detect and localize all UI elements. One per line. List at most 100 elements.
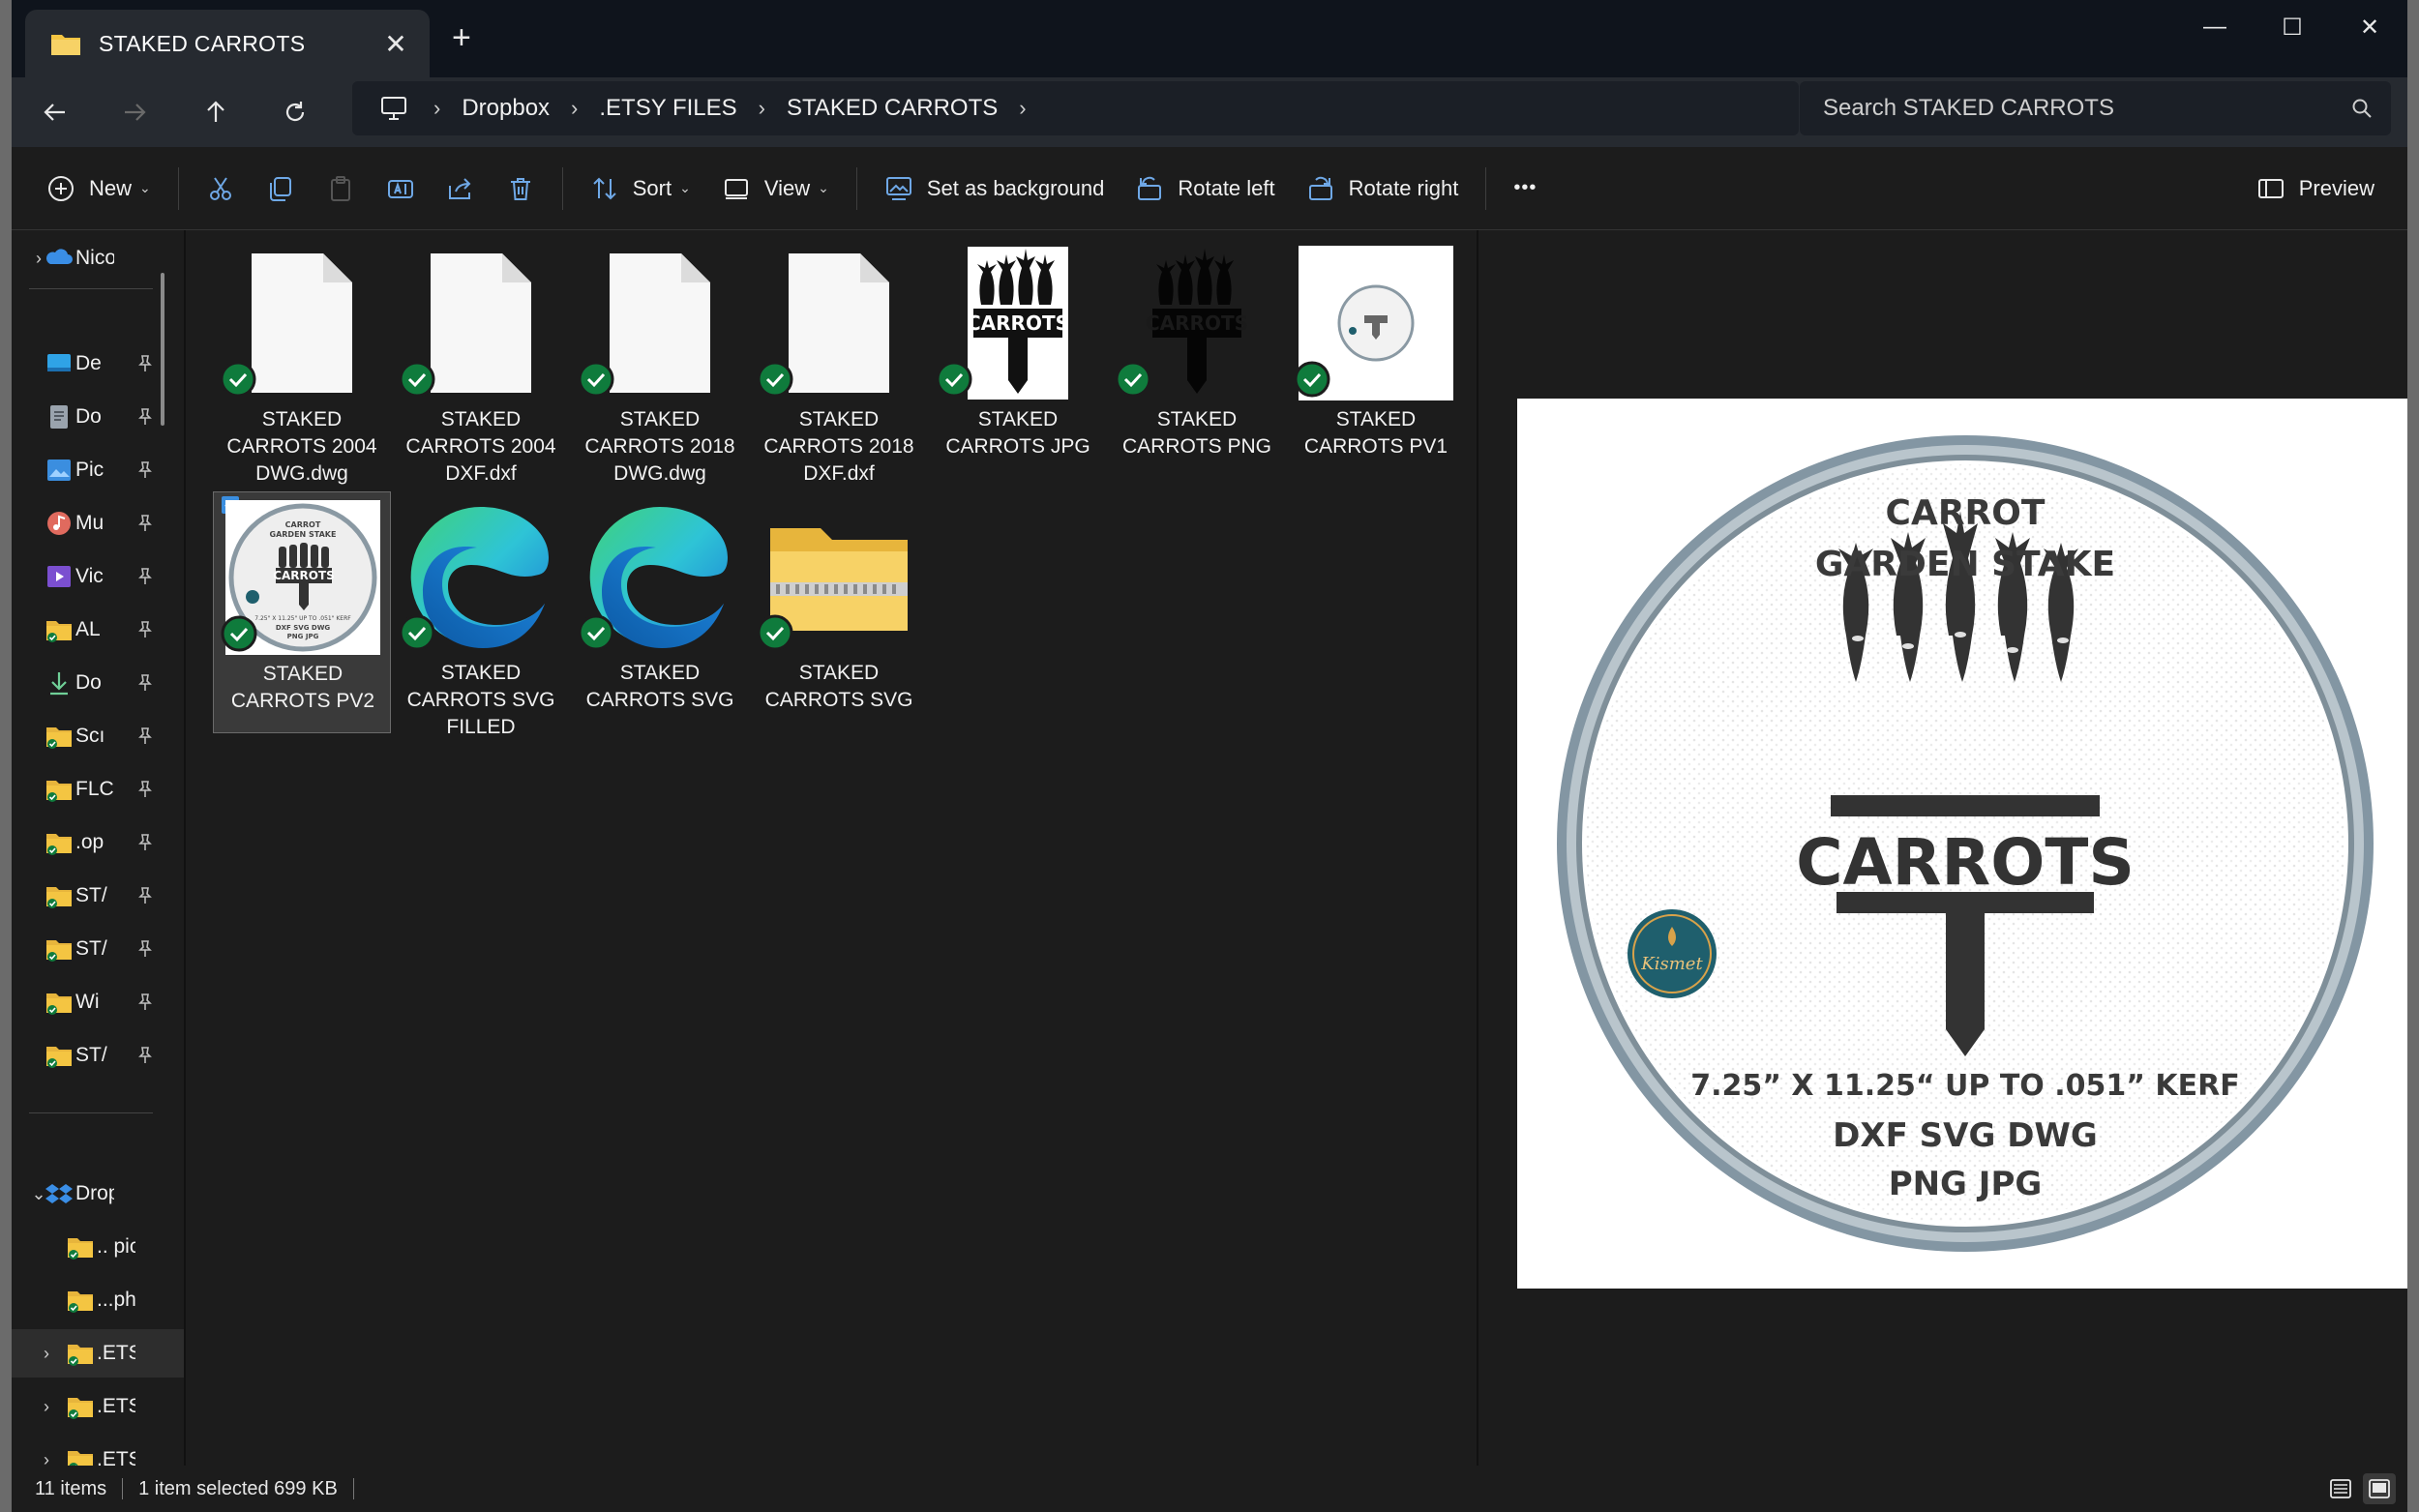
breadcrumb-etsy-files[interactable]: .ETSY FILES [599, 95, 736, 122]
file-item[interactable]: STAKED CARROTS SVG FILLED [392, 491, 570, 738]
nav-item-pic[interactable]: Pic [12, 446, 184, 494]
up-button[interactable] [192, 90, 240, 134]
breadcrumb-chevron-icon[interactable]: › [433, 96, 440, 121]
nav-item-ph[interactable]: ...ph [12, 1276, 184, 1324]
sort-button[interactable]: Sort ⌄ [575, 162, 706, 216]
nav-item-flc[interactable]: FLC [12, 765, 184, 814]
chevron-down-icon: ⌄ [679, 180, 691, 195]
search-icon[interactable] [2333, 98, 2391, 119]
sort-icon [593, 177, 616, 199]
new-tab-button[interactable]: + [452, 19, 471, 57]
file-name: STAKED CARROTS SVG [764, 662, 913, 711]
nav-item-al[interactable]: AL [12, 606, 184, 654]
nav-item-label: Vic [75, 565, 104, 587]
nav-item-ets[interactable]: › .ETS [12, 1329, 184, 1378]
sync-check-icon [756, 360, 794, 399]
large-icons-view-button[interactable] [2363, 1473, 2396, 1504]
breadcrumb-chevron-icon[interactable]: › [759, 96, 765, 121]
nav-item-vic[interactable]: Vic [12, 552, 184, 601]
file-item[interactable]: STAKED CARROTS SVG [750, 491, 928, 733]
nav-item-de[interactable]: De [12, 340, 184, 388]
sync-check-icon [1114, 360, 1152, 399]
forward-button[interactable] [110, 90, 159, 134]
preview-line2: GARDEN STAKE [1815, 545, 2115, 584]
nav-item-pic[interactable]: .. pic [12, 1223, 184, 1271]
folder-icon [45, 1041, 74, 1070]
preview-pane: CARROT GARDEN STAKE CARROTS 7.25” X 11.2… [1477, 230, 2407, 1466]
share-button[interactable] [431, 162, 491, 216]
chevron-right-icon[interactable]: › [35, 1397, 58, 1417]
rotate-left-button[interactable]: Rotate left [1120, 162, 1290, 216]
nav-item-st[interactable]: ST/ [12, 872, 184, 920]
close-tab-icon[interactable]: ✕ [379, 28, 412, 60]
file-item[interactable]: STAKED CARROTS SVG [571, 491, 749, 733]
set-as-background-button[interactable]: Set as background [869, 162, 1120, 216]
file-item[interactable]: STAKED CARROTS 2004 DXF.dxf [392, 238, 570, 485]
file-item[interactable]: STAKED CARROTS 2018 DWG.dwg [571, 238, 749, 485]
svg-text:PNG JPG: PNG JPG [287, 633, 319, 640]
item-count: 11 items [35, 1477, 107, 1499]
nav-item-nicole[interactable]: ›Nicole [12, 234, 184, 282]
nav-item-label: FLC [75, 778, 114, 800]
search-input[interactable]: Search STAKED CARROTS [1823, 95, 2333, 122]
file-item[interactable]: CARROT GARDEN STAKE CARROTS 7.25" X 11.25" … [213, 491, 391, 733]
file-item[interactable]: CARROTS STAKED CARROTS PNG [1108, 238, 1286, 480]
rotate-right-button[interactable]: Rotate right [1291, 162, 1475, 216]
more-options-button[interactable]: ••• [1498, 162, 1552, 216]
tab-staked-carrots[interactable]: STAKED CARROTS ✕ [25, 10, 430, 77]
address-bar[interactable]: › Dropbox › .ETSY FILES › STAKED CARROTS… [352, 81, 1799, 135]
copy-button[interactable] [251, 162, 311, 216]
pictures-icon [45, 456, 74, 485]
this-pc-icon [381, 97, 406, 120]
nav-item-label: Do [75, 405, 102, 428]
minimize-button[interactable]: — [2181, 6, 2249, 48]
file-item[interactable]: STAKED CARROTS 2004 DWG.dwg [213, 238, 391, 485]
breadcrumb-chevron-icon[interactable]: › [571, 96, 578, 121]
close-window-button[interactable]: ✕ [2336, 6, 2404, 48]
new-button[interactable]: New ⌄ [31, 162, 166, 216]
details-view-button[interactable] [2324, 1473, 2357, 1504]
refresh-button[interactable] [271, 90, 319, 134]
divider [29, 288, 153, 289]
nav-item-st[interactable]: ST/ [12, 1031, 184, 1080]
rename-button[interactable] [371, 162, 431, 216]
new-label: New [89, 175, 133, 200]
nav-item-do[interactable]: Do [12, 393, 184, 441]
nav-item-op[interactable]: .op [12, 818, 184, 867]
paste-button[interactable] [311, 162, 371, 216]
chevron-right-icon[interactable]: › [35, 1344, 58, 1364]
view-icon [724, 178, 748, 199]
pin-icon [135, 939, 155, 959]
wallpaper-icon [885, 176, 911, 200]
delete-button[interactable] [491, 162, 551, 216]
file-item[interactable]: CARROTS STAKED CARROTS JPG [929, 238, 1107, 480]
nav-item-label: Do [75, 671, 102, 694]
svg-text:CARROTS: CARROTS [968, 311, 1068, 335]
sync-check-icon [577, 360, 615, 399]
nav-item-do[interactable]: Do [12, 659, 184, 707]
nav-item-mu[interactable]: Mu [12, 499, 184, 548]
pin-icon [135, 993, 155, 1012]
preview-pane-button[interactable]: Preview [2241, 162, 2390, 216]
file-list: STAKED CARROTS 2004 DWG.dwg STAKED CARROT… [186, 230, 1477, 1466]
back-button[interactable] [31, 90, 79, 134]
nav-item-dropt[interactable]: ⌄Dropt [12, 1170, 184, 1218]
cut-button[interactable] [191, 162, 251, 216]
breadcrumb-chevron-icon[interactable]: › [1019, 96, 1026, 121]
search-box[interactable]: Search STAKED CARROTS [1800, 81, 2391, 135]
view-button[interactable]: View ⌄ [706, 162, 845, 216]
sync-check-icon [1293, 360, 1331, 399]
nav-item-wi[interactable]: Wi [12, 978, 184, 1026]
svg-text:DXF SVG DWG: DXF SVG DWG [276, 624, 331, 632]
preview-label: Preview [2298, 175, 2374, 200]
file-item[interactable]: STAKED CARROTS 2018 DXF.dxf [750, 238, 928, 485]
nav-item-st[interactable]: ST/ [12, 925, 184, 973]
maximize-button[interactable]: ☐ [2258, 6, 2326, 48]
file-item[interactable]: STAKED CARROTS PV1 [1287, 238, 1465, 480]
downloads-icon [45, 668, 74, 697]
pin-icon [135, 886, 155, 905]
nav-item-sc[interactable]: Scı [12, 712, 184, 760]
breadcrumb-dropbox[interactable]: Dropbox [462, 95, 550, 122]
nav-item-ets[interactable]: › .ETS [12, 1382, 184, 1431]
breadcrumb-staked-carrots[interactable]: STAKED CARROTS [787, 95, 998, 122]
